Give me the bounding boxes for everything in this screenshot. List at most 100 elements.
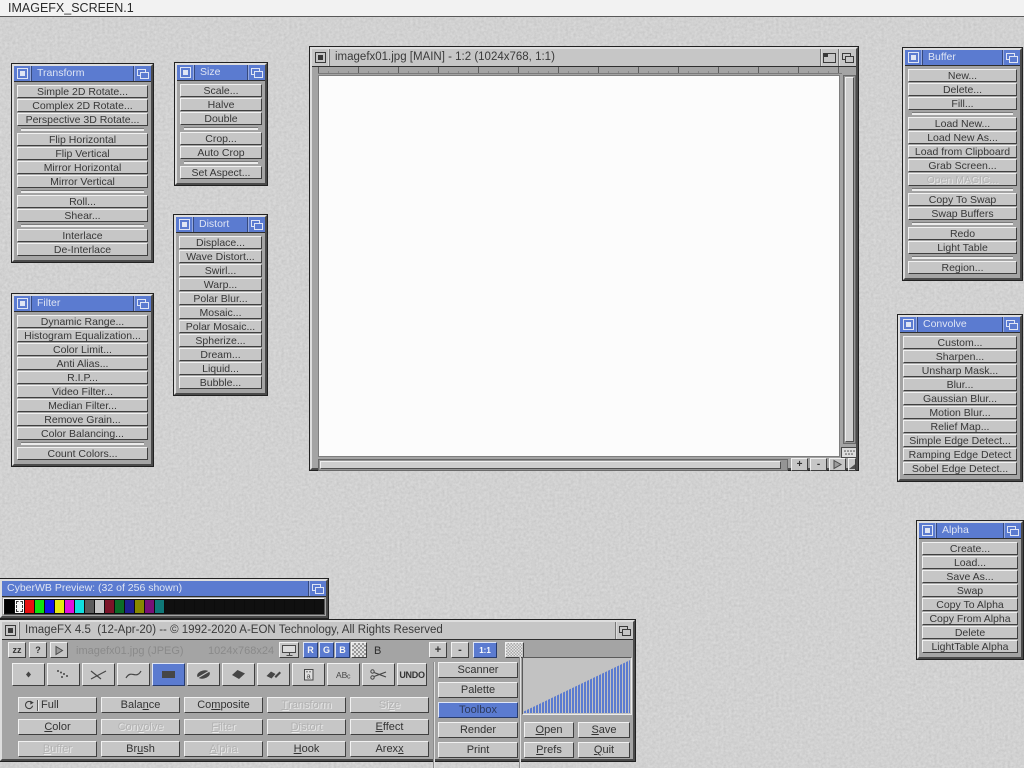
color-swatch[interactable]	[175, 600, 184, 613]
close-icon[interactable]	[905, 50, 923, 65]
color-swatch[interactable]	[135, 600, 144, 613]
horizontal-scrollbar[interactable]	[318, 459, 788, 471]
panel-button[interactable]: Simple Edge Detect...	[903, 434, 1017, 447]
color-swatch[interactable]	[165, 600, 174, 613]
panel-button[interactable]: Grab Screen...	[908, 159, 1017, 172]
command-button[interactable]: Effect	[350, 719, 429, 735]
depth-icon[interactable]	[1002, 50, 1020, 65]
panel-button[interactable]: Polar Mosaic...	[179, 320, 262, 333]
alpha-channel-button[interactable]	[351, 642, 367, 658]
box-tool[interactable]	[152, 663, 185, 686]
zoom-in-gadget[interactable]: +	[791, 458, 808, 471]
action-button[interactable]: Open	[524, 722, 574, 738]
panel-button[interactable]: Load New...	[908, 117, 1017, 130]
panel-button[interactable]: Flip Horizontal	[17, 133, 148, 146]
color-swatch[interactable]	[35, 600, 44, 613]
airbrush-tool[interactable]	[47, 663, 80, 686]
buffer-titlebar[interactable]: Buffer	[905, 50, 1020, 66]
panel-button[interactable]: Copy To Alpha	[922, 598, 1018, 611]
mode-button[interactable]: Scanner	[438, 662, 518, 678]
play-macro-button[interactable]	[50, 642, 68, 658]
panel-button[interactable]: Mirror Horizontal	[17, 161, 148, 174]
panel-button[interactable]: LightTable Alpha	[922, 640, 1018, 653]
panel-button[interactable]: Load...	[922, 556, 1018, 569]
panel-button[interactable]: Crop...	[180, 132, 262, 145]
panel-button[interactable]: Delete...	[908, 83, 1017, 96]
panel-button[interactable]: Dream...	[179, 348, 262, 361]
color-swatch[interactable]	[295, 600, 304, 613]
panel-button[interactable]: Swap Buffers	[908, 207, 1017, 220]
panel-button[interactable]: Remove Grain...	[17, 413, 148, 426]
color-swatch[interactable]	[275, 600, 284, 613]
panel-button[interactable]: Median Filter...	[17, 399, 148, 412]
play-gadget[interactable]	[829, 458, 846, 471]
panel-button[interactable]: Create...	[922, 542, 1018, 555]
depth-icon[interactable]	[133, 296, 151, 311]
color-swatch[interactable]	[55, 600, 64, 613]
panel-button[interactable]: Simple 2D Rotate...	[17, 85, 148, 98]
zoom-ratio-button[interactable]: 1:1	[473, 642, 497, 658]
panel-button[interactable]: Shear...	[17, 209, 148, 222]
color-swatch[interactable]	[235, 600, 244, 613]
panel-button[interactable]: Polar Blur...	[179, 292, 262, 305]
color-swatch[interactable]	[305, 600, 314, 613]
image-canvas[interactable]	[318, 75, 840, 457]
panel-button[interactable]: Delete	[922, 626, 1018, 639]
panel-button[interactable]: Blur...	[903, 378, 1017, 391]
color-swatch[interactable]	[195, 600, 204, 613]
panel-button[interactable]: Count Colors...	[17, 447, 148, 460]
panel-button[interactable]: Wave Distort...	[179, 250, 262, 263]
panel-button[interactable]: Save As...	[922, 570, 1018, 583]
panel-button[interactable]: Swirl...	[179, 264, 262, 277]
panel-button[interactable]: Region...	[908, 261, 1017, 274]
panel-button[interactable]: Relief Map...	[903, 420, 1017, 433]
panel-button[interactable]: Load New As...	[908, 131, 1017, 144]
panel-button[interactable]: Gaussian Blur...	[903, 392, 1017, 405]
action-button[interactable]: Prefs	[524, 742, 574, 758]
toolbox-titlebar[interactable]: ImageFX 4.5 (12-Apr-20) -- © 1992-2020 A…	[2, 622, 633, 640]
command-button[interactable]: Color	[18, 719, 97, 735]
screen-titlebar[interactable]: IMAGEFX_SCREEN.1	[0, 0, 1024, 17]
color-swatch[interactable]	[155, 600, 164, 613]
alpha-titlebar[interactable]: Alpha	[919, 523, 1021, 539]
panel-button[interactable]: Roll...	[17, 195, 148, 208]
panel-button[interactable]: Color Balancing...	[17, 427, 148, 440]
color-swatch[interactable]	[205, 600, 214, 613]
color-swatch[interactable]	[115, 600, 124, 613]
color-swatch[interactable]	[315, 600, 324, 613]
panel-button[interactable]: Scale...	[180, 84, 262, 97]
blue-channel-button[interactable]: B	[335, 642, 350, 658]
zoom-out-button[interactable]: -	[451, 642, 469, 658]
depth-icon[interactable]	[308, 581, 326, 596]
color-swatch[interactable]	[5, 600, 14, 613]
panel-button[interactable]: Unsharp Mask...	[903, 364, 1017, 377]
zoom-gadget-icon[interactable]	[820, 49, 838, 66]
zoom-in-button[interactable]: +	[429, 642, 447, 658]
panel-button[interactable]: Video Filter...	[17, 385, 148, 398]
color-swatch[interactable]	[245, 600, 254, 613]
green-channel-button[interactable]: G	[319, 642, 334, 658]
dither-preview-button[interactable]	[505, 642, 524, 658]
fill-draw-tool[interactable]	[257, 663, 290, 686]
brush-clip-tool[interactable]: a	[292, 663, 325, 686]
display-mode-button[interactable]	[279, 642, 299, 658]
undo-button[interactable]: UNDO	[397, 663, 427, 686]
full-cycle-button[interactable]: Full	[18, 697, 97, 713]
color-swatch[interactable]	[105, 600, 114, 613]
command-button[interactable]: Hook	[267, 741, 346, 757]
red-channel-button[interactable]: R	[303, 642, 318, 658]
palette-titlebar[interactable]: CyberWB Preview: (32 of 256 shown)	[2, 581, 326, 597]
panel-button[interactable]: Copy From Alpha	[922, 612, 1018, 625]
panel-button[interactable]: Spherize...	[179, 334, 262, 347]
panel-button[interactable]: Perspective 3D Rotate...	[17, 113, 148, 126]
close-icon[interactable]	[919, 523, 937, 538]
close-icon[interactable]	[14, 66, 32, 81]
panel-button[interactable]: Set Aspect...	[180, 166, 262, 179]
panel-button[interactable]: Dynamic Range...	[17, 315, 148, 328]
panel-button[interactable]: Fill...	[908, 97, 1017, 110]
mode-button[interactable]: Render	[438, 722, 518, 738]
command-button[interactable]: Brush	[101, 741, 180, 757]
keyboard-icon[interactable]	[841, 445, 857, 456]
close-icon[interactable]	[2, 622, 20, 639]
panel-button[interactable]: Mirror Vertical	[17, 175, 148, 188]
